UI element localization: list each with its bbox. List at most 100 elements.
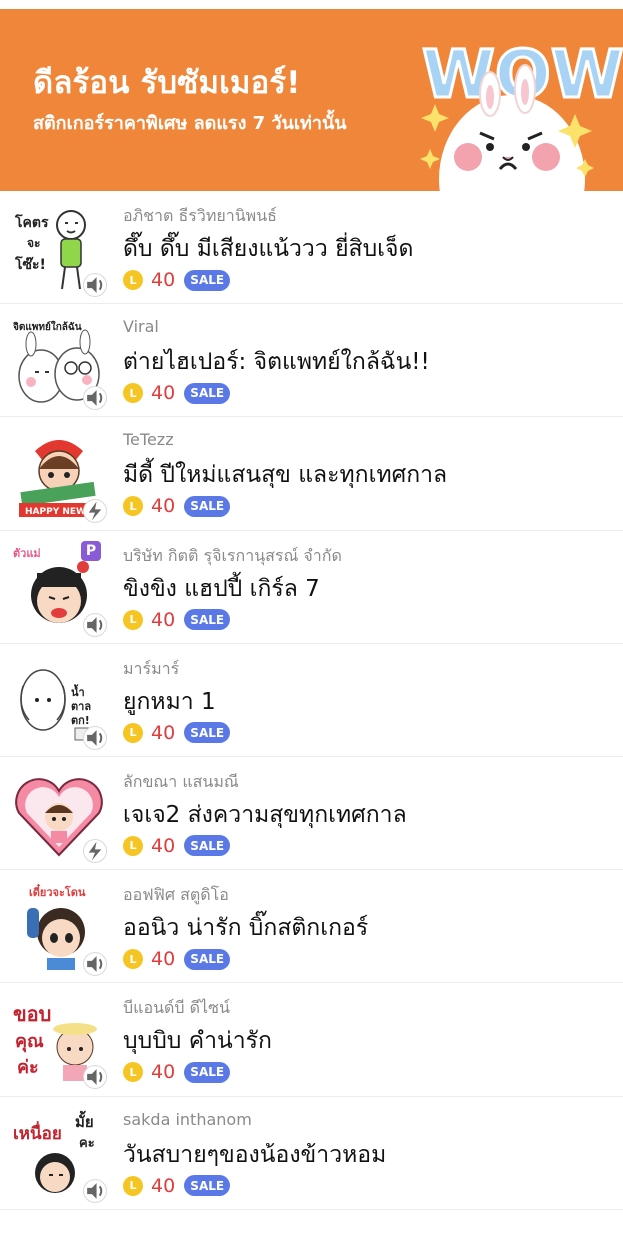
thumb-text: จิตแพทย์ใกล้ฉัน (13, 320, 82, 333)
price-value: 40 (151, 834, 176, 857)
coin-icon: L (123, 1175, 143, 1196)
price-value: 40 (151, 1061, 176, 1084)
thumb-text: ขอบ (13, 1002, 51, 1026)
list-item[interactable]: HAPPY NEW TeTezz มีดี้ ปีใหม่แสนสุข และท… (0, 417, 623, 531)
sticker-thumbnail: ขอบ คุณ ค่ะ (13, 995, 107, 1090)
sticker-thumbnail: โคตร จะ โซ๊ะ! (13, 203, 107, 297)
list-item[interactable]: เดี๋ยวจะโดน ออฟฟิศ สตูดิโอ ออนิว น่ารัก … (0, 870, 623, 984)
sticker-title: วันสบายๆของน้องข้าวหอม (123, 1141, 387, 1168)
price-value: 40 (151, 382, 176, 405)
sticker-title: ดึ๊บ ดึ๊บ มีเสียงแน้ววว ยี่สิบเจ็ด (123, 236, 414, 262)
list-item[interactable]: ลักขณา แสนมณี เจเจ2 ส่งความสุขทุกเทศกาล … (0, 757, 623, 871)
sticker-author: ลักขณา แสนมณี (123, 771, 239, 791)
price-value: 40 (151, 608, 176, 631)
thumb-text: เหนื่อย (13, 1121, 62, 1144)
sticker-thumbnail: เหนื่อย มั้ย คะ (13, 1109, 107, 1203)
sale-badge: SALE (184, 948, 231, 970)
list-item[interactable]: ขอบ คุณ ค่ะ บีแอนด์บี ดีไซน์ บุบบิบ คำน่… (0, 983, 623, 1097)
sound-icon (83, 952, 107, 977)
sticker-author: TeTezz (123, 430, 174, 450)
price-value: 40 (151, 495, 176, 518)
coin-icon: L (123, 949, 143, 970)
banner-mascot-illustration: WOW (420, 35, 623, 191)
sale-badge: SALE (184, 269, 231, 291)
sticker-list: โคตร จะ โซ๊ะ! อภิชาต ธีรวิทยานิพนธ์ ดึ๊บ… (0, 191, 623, 1210)
coin-icon: L (123, 835, 143, 856)
sticker-author: อภิชาต ธีรวิทยานิพนธ์ (123, 206, 277, 225)
sale-badge: SALE (184, 722, 231, 744)
svg-text:มั้ย: มั้ย (75, 1110, 94, 1131)
sticker-author: บริษัท กิตติ รุจิเรกานุสรณ์ จำกัด (123, 545, 342, 565)
svg-text:ค่ะ: ค่ะ (17, 1057, 39, 1078)
sound-icon (83, 612, 107, 637)
sticker-author: sakda inthanom (123, 1109, 252, 1129)
svg-text:จะ: จะ (27, 236, 40, 250)
sound-icon (83, 1178, 107, 1203)
price-value: 40 (151, 1174, 176, 1197)
animation-icon (83, 838, 107, 863)
price-line: L 40 SALE (123, 834, 231, 857)
sale-badge: SALE (184, 382, 231, 404)
price-line: L 40 SALE (123, 948, 231, 971)
thumb-text: โคตร (14, 213, 49, 231)
sale-badge: SALE (184, 1061, 231, 1083)
sticker-thumbnail: เดี๋ยวจะโดน (13, 882, 107, 977)
banner-title: ดีลร้อน รับซัมเมอร์! (33, 65, 301, 101)
sticker-author: ออฟฟิศ สตูดิโอ (123, 885, 229, 905)
promo-banner[interactable]: ดีลร้อน รับซัมเมอร์! สติกเกอร์ราคาพิเศษ … (0, 9, 623, 191)
banner-subtitle: สติกเกอร์ราคาพิเศษ ลดแรง 7 วันเท่านั้น (33, 113, 347, 134)
sticker-title: มีดี้ ปีใหม่แสนสุข และทุกเทศกาล (123, 462, 448, 489)
thumb-text: น้ำ (71, 684, 85, 699)
sticker-title: ขิงขิง แฮปปี้ เกิร์ล 7 (123, 575, 320, 602)
svg-text:โซ๊ะ!: โซ๊ะ! (14, 255, 46, 273)
sticker-author: บีแอนด์บี ดีไซน์ (123, 998, 230, 1018)
price-value: 40 (151, 948, 176, 971)
list-item[interactable]: เหนื่อย มั้ย คะ sakda inthanom วันสบายๆข… (0, 1097, 623, 1210)
animation-icon (83, 499, 107, 524)
thumb-text: HAPPY NEW (25, 507, 86, 517)
coin-icon: L (123, 722, 143, 743)
sound-icon (83, 725, 107, 750)
sticker-thumbnail: จิตแพทย์ใกล้ฉัน (13, 316, 107, 411)
premium-badge: P (81, 540, 101, 561)
sticker-title: ต่ายไฮเปอร์: จิตแพทย์ใกล้ฉัน!! (123, 349, 430, 376)
coin-icon: L (123, 383, 143, 404)
sale-badge: SALE (184, 495, 231, 517)
sound-icon (83, 1065, 107, 1090)
sale-badge: SALE (184, 1175, 231, 1196)
price-line: L 40 SALE (123, 1061, 231, 1084)
price-line: L 40 SALE (123, 608, 231, 631)
price-line: L 40 SALE (123, 495, 231, 518)
coin-icon: L (123, 609, 143, 630)
sale-badge: SALE (184, 609, 231, 631)
list-item[interactable]: น้ำ ตาล ตก! มาร์มาร์ ยูกหมา 1 L 40 SALE (0, 644, 623, 757)
coin-icon: L (123, 496, 143, 517)
sound-icon (83, 273, 107, 297)
price-line: L 40 SALE (123, 1174, 231, 1197)
sticker-title: ออนิว น่ารัก บิ๊กสติกเกอร์ (123, 915, 369, 942)
price-line: L 40 SALE (123, 269, 231, 291)
list-item[interactable]: ตัวแม่ P บริษัท กิตติ รุจิเรกานุสรณ์ จำก… (0, 531, 623, 644)
price-value: 40 (151, 721, 176, 744)
list-item[interactable]: จิตแพทย์ใกล้ฉัน Viral ต่ายไฮเปอร์: จิตแพ… (0, 304, 623, 418)
sticker-title: เจเจ2 ส่งความสุขทุกเทศกาล (123, 801, 407, 828)
price-line: L 40 SALE (123, 382, 231, 405)
thumb-text: ตัวแม่ (13, 547, 41, 560)
list-item[interactable]: โคตร จะ โซ๊ะ! อภิชาต ธีรวิทยานิพนธ์ ดึ๊บ… (0, 191, 623, 305)
price-value: 40 (151, 269, 176, 291)
price-line: L 40 SALE (123, 721, 231, 744)
sticker-author: Viral (123, 317, 159, 337)
sale-badge: SALE (184, 835, 231, 857)
sticker-thumbnail (13, 769, 107, 863)
sticker-thumbnail: น้ำ ตาล ตก! (13, 656, 107, 750)
sticker-title: ยูกหมา 1 (123, 688, 216, 715)
sticker-thumbnail: ตัวแม่ P (13, 540, 107, 637)
coin-icon: L (123, 1062, 143, 1083)
sound-icon (83, 386, 107, 411)
coin-icon: L (123, 270, 143, 290)
svg-text:คุณ: คุณ (15, 1031, 44, 1053)
thumb-text: เดี๋ยวจะโดน (29, 884, 86, 900)
sticker-title: บุบบิบ คำน่ารัก (123, 1028, 272, 1055)
sticker-author: มาร์มาร์ (123, 658, 180, 678)
sticker-thumbnail: HAPPY NEW (13, 429, 107, 524)
